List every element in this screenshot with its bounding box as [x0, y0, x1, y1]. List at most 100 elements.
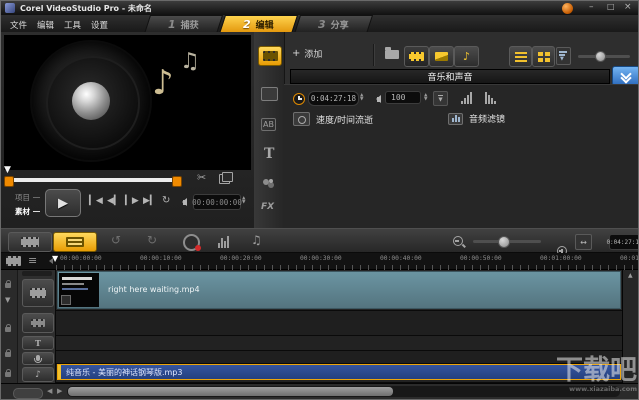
lock-icon[interactable] [5, 327, 11, 332]
graphic-category-icon[interactable] [262, 178, 275, 189]
filter-video-button[interactable] [404, 46, 429, 67]
audio-filter-icon [448, 113, 463, 125]
timeline-zoom-slider-thumb[interactable] [498, 236, 510, 248]
audio-filter-button[interactable]: 音频滤镜 [448, 112, 505, 125]
overlay-track-row[interactable] [56, 311, 622, 336]
project-mode-label[interactable]: 项目 [15, 192, 30, 203]
repeat-button[interactable]: ↻ [162, 195, 170, 206]
play-button[interactable]: ▶ [45, 189, 81, 217]
title-category-icon[interactable]: T [264, 146, 274, 162]
volume-dropdown-button[interactable]: ▼ [433, 91, 448, 106]
speaker-ring [46, 56, 140, 150]
menu-edit[interactable]: 编辑 [37, 19, 54, 31]
thumbnail-view-button[interactable] [532, 46, 555, 67]
collapse-tracks-icon[interactable]: ▼ [5, 296, 10, 304]
timeline-hscrollbar-track[interactable] [67, 386, 620, 397]
toolbar-timecode[interactable]: 0:04:27:18 [609, 234, 639, 250]
title-track-row[interactable] [56, 336, 622, 351]
zoom-out-icon[interactable] [453, 236, 463, 246]
redo-button[interactable]: ↻ [147, 233, 157, 247]
browse-folder-icon[interactable] [385, 50, 399, 59]
next-frame-button[interactable]: ▎▶ [125, 196, 139, 206]
enlarge-preview-icon[interactable] [219, 174, 230, 184]
timeline-scroll-mode-button[interactable] [13, 388, 43, 399]
track-size-toggle[interactable] [22, 271, 52, 276]
trim-handle-start[interactable] [4, 176, 14, 187]
fade-in-button[interactable] [461, 91, 472, 104]
sort-button[interactable]: ▼ [556, 47, 571, 65]
spinner-down-icon[interactable]: ▼ [360, 98, 363, 102]
speed-timelapse-button[interactable]: 速度/时间流逝 [293, 112, 373, 126]
fade-out-button[interactable] [485, 91, 496, 104]
list-view-button[interactable] [509, 46, 532, 67]
trim-bar[interactable] [8, 178, 176, 182]
music-clip[interactable]: 纯音乐 - 美丽的神话钢琴版.mp3 [57, 364, 621, 380]
record-capture-option-icon[interactable] [183, 234, 200, 251]
track-list-icon[interactable]: ≡ [28, 254, 37, 267]
spinner-down-icon[interactable]: ▼ [424, 98, 427, 102]
volume-field[interactable]: 100 [385, 91, 421, 104]
close-button[interactable]: × [624, 2, 632, 12]
lock-icon[interactable] [5, 352, 11, 357]
previous-frame-button[interactable]: ◀▎ [107, 196, 121, 206]
project-clip-toggle[interactable]: 项目 素材 [15, 192, 40, 217]
menu-file[interactable]: 文件 [10, 19, 27, 31]
menu-settings[interactable]: 设置 [91, 19, 108, 31]
trim-handle-end[interactable] [172, 176, 182, 187]
video-clip[interactable]: right here waiting.mp4 [57, 271, 621, 309]
scroll-right-button[interactable]: ▶ [57, 387, 62, 395]
minimize-button[interactable]: – [589, 2, 594, 12]
filter-audio-button[interactable]: ♪ [454, 46, 479, 67]
instant-project-icon[interactable] [261, 87, 278, 101]
split-clip-scissors-icon[interactable]: ✂ [197, 171, 206, 184]
ruler-label: 00:00:50:00 [460, 255, 502, 262]
timeline-hscrollbar-thumb[interactable] [68, 387, 393, 396]
corel-guide-icon[interactable] [562, 3, 573, 14]
timeline-view-button[interactable] [53, 232, 97, 252]
voice-track-row[interactable] [56, 351, 622, 364]
video-track-button[interactable] [22, 279, 54, 307]
timeline-ruler[interactable]: 00:00:00:00 00:00:10:00 00:00:20:00 00:0… [56, 253, 639, 270]
filter-category-icon[interactable]: FX [261, 202, 274, 212]
scroll-left-button[interactable]: ◀ [47, 387, 52, 395]
add-button[interactable]: + 添加 [292, 47, 322, 60]
menu-tools[interactable]: 工具 [64, 19, 81, 31]
fit-icon: ↔ [580, 238, 587, 247]
overlay-track-button[interactable] [22, 313, 54, 333]
lock-icon[interactable] [5, 372, 11, 377]
auto-music-icon[interactable]: ♫ [251, 233, 262, 247]
music-track-button[interactable]: ♪ [22, 367, 54, 382]
track-manager-icon[interactable] [6, 256, 21, 266]
storyboard-view-button[interactable] [8, 232, 52, 252]
fit-project-button[interactable]: ↔ [575, 234, 592, 250]
preview-timecode[interactable]: 00:00:00:00 [193, 194, 241, 210]
duration-spinner[interactable]: ▲ ▼ [360, 91, 363, 104]
sound-mixer-icon[interactable] [218, 235, 229, 248]
go-to-end-button[interactable]: ▶▎ [143, 196, 157, 206]
ruler-label: 00:00:20:00 [220, 255, 262, 262]
title-track-button[interactable]: T [22, 336, 54, 350]
ruler-label: 00:01:10:00 [620, 255, 639, 262]
preview-timecode-spinner[interactable]: ▲ ▼ [242, 194, 245, 208]
thumbnail-size-slider-thumb[interactable] [595, 51, 606, 62]
duration-field[interactable]: 0:04:27:18 [308, 91, 359, 106]
collapse-panel-button[interactable] [612, 66, 639, 86]
go-to-start-button[interactable]: ▎◀ [89, 196, 103, 206]
clip-mode-label[interactable]: 素材 [15, 206, 30, 217]
lock-icon[interactable] [5, 283, 11, 288]
options-panel: AB T FX + 添加 ♪ [254, 32, 639, 228]
spinner-down-icon[interactable]: ▼ [242, 201, 245, 205]
transition-category-icon[interactable]: AB [261, 118, 276, 131]
volume-spinner[interactable]: ▲ ▼ [424, 91, 427, 104]
media-category-button[interactable] [258, 46, 282, 66]
tab-share-label: 分享 [331, 18, 349, 31]
filter-photo-button[interactable] [429, 46, 454, 67]
timeline-playhead-icon[interactable]: ▼ [52, 254, 58, 263]
scroll-up-icon[interactable]: ▲ [628, 272, 633, 279]
category-title-bar[interactable]: 音乐和声音 [290, 69, 610, 84]
preview-playhead-marker[interactable]: ▼ [4, 165, 11, 175]
category-title: 音乐和声音 [427, 70, 472, 83]
undo-button[interactable]: ↺ [111, 233, 121, 247]
voice-track-button[interactable] [22, 352, 54, 365]
maximize-button[interactable]: □ [607, 2, 615, 11]
